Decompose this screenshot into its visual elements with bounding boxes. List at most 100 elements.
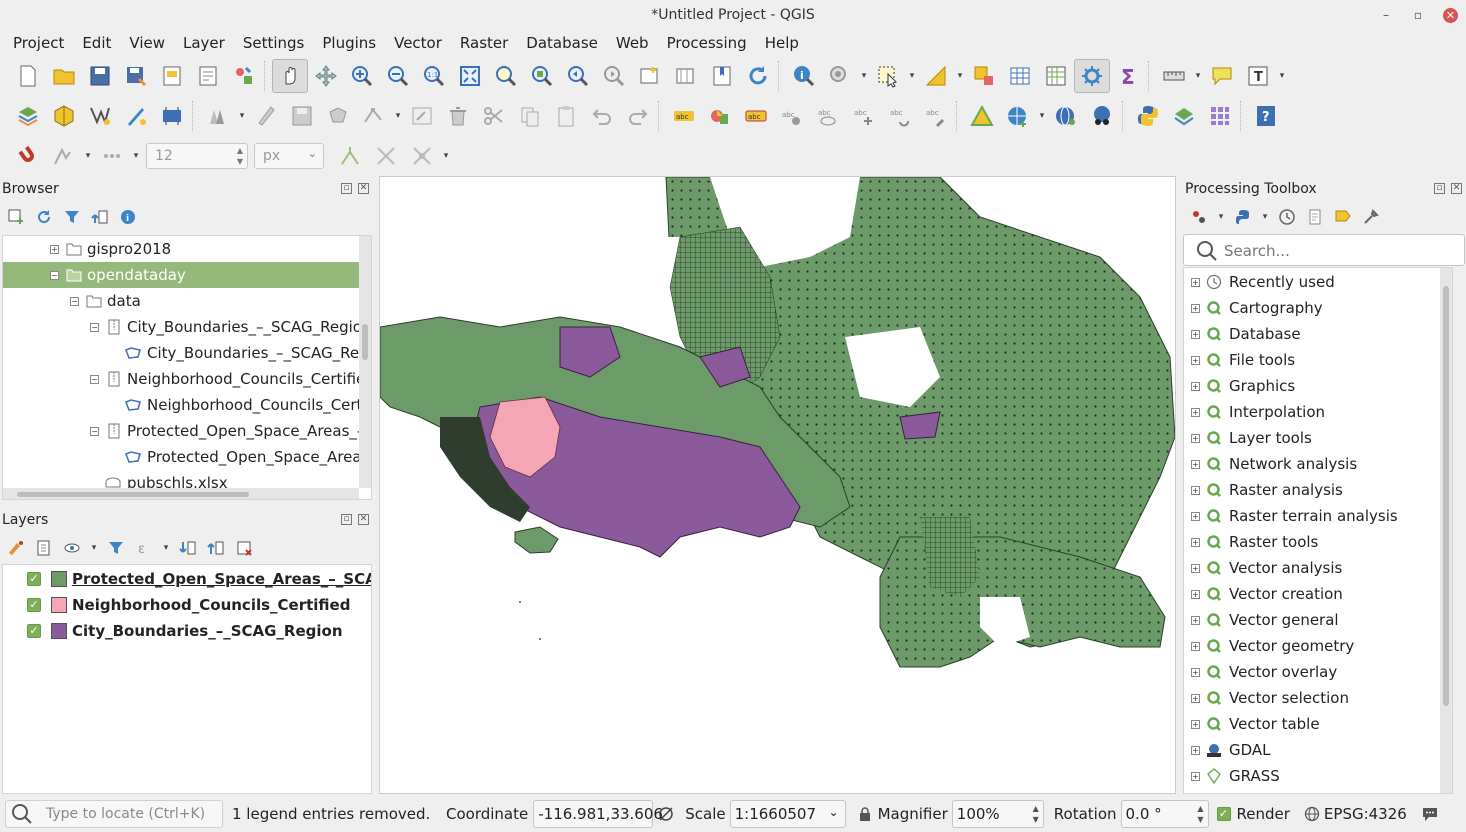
layer-item-neighborhood-councils[interactable]: ✓ Neighborhood_Councils_Certified [3, 592, 371, 618]
statistical-summary-icon[interactable]: Σ [1110, 59, 1146, 93]
zoom-full-icon[interactable] [452, 59, 488, 93]
deselect-features-icon[interactable] [966, 59, 1002, 93]
help-contents-icon[interactable]: ? [1248, 99, 1284, 133]
collapse-all-icon[interactable] [204, 537, 228, 559]
snapping-tolerance-spinbox[interactable]: 12 ▲ ▼ [146, 143, 248, 169]
remove-layer-icon[interactable] [232, 537, 256, 559]
rotate-label-icon[interactable]: abc [882, 99, 918, 133]
scroll-thumb[interactable] [17, 492, 249, 497]
menu-vector[interactable]: Vector [385, 30, 451, 56]
processing-provider-item[interactable]: + GRASS [1184, 763, 1452, 789]
plugin-layers-icon[interactable] [1166, 99, 1202, 133]
add-group-icon[interactable] [32, 537, 56, 559]
zoom-out-icon[interactable] [380, 59, 416, 93]
layout-manager-icon[interactable] [190, 59, 226, 93]
float-panel-icon[interactable]: ▫ [1434, 183, 1445, 194]
new-project-icon[interactable] [10, 59, 46, 93]
render-checkbox[interactable]: ✓ [1216, 807, 1231, 821]
diagram-properties-icon[interactable] [702, 99, 738, 133]
pan-map-icon[interactable] [272, 59, 308, 93]
scroll-thumb[interactable] [362, 324, 368, 360]
snapping-vertex-icon[interactable] [94, 139, 130, 173]
spin-arrows-icon[interactable]: ▲ ▼ [1197, 803, 1203, 825]
expand-icon[interactable]: + [1191, 486, 1200, 495]
chevron-down-icon[interactable]: ▾ [1036, 111, 1048, 121]
scroll-thumb[interactable] [1443, 286, 1449, 706]
options-icon[interactable] [1359, 206, 1383, 228]
processing-provider-item[interactable]: + File tools [1184, 347, 1452, 373]
chevron-down-icon[interactable]: ▾ [906, 71, 918, 81]
zoom-in-icon[interactable] [344, 59, 380, 93]
history-icon[interactable] [1275, 206, 1299, 228]
layer-visibility-checkbox[interactable]: ✓ [27, 624, 41, 638]
zoom-to-layer-icon[interactable] [524, 59, 560, 93]
processing-provider-item[interactable]: + GDAL [1184, 737, 1452, 763]
expand-icon[interactable]: + [1191, 538, 1200, 547]
zoom-to-selection-icon[interactable] [488, 59, 524, 93]
temporal-controller-icon[interactable] [668, 59, 704, 93]
browser-vertical-scrollbar[interactable] [359, 236, 371, 488]
chevron-down-icon[interactable]: ▾ [858, 71, 870, 81]
new-shapefile-layer-icon[interactable] [82, 99, 118, 133]
pan-to-selection-icon[interactable] [308, 59, 344, 93]
expand-all-icon[interactable] [176, 537, 200, 559]
chevron-down-icon[interactable]: ⌄ [829, 805, 839, 819]
results-viewer-icon[interactable] [1303, 206, 1327, 228]
paste-features-icon[interactable] [548, 99, 584, 133]
pin-labels-icon[interactable]: abc [774, 99, 810, 133]
python-console-icon[interactable] [1130, 99, 1166, 133]
delete-selected-icon[interactable] [440, 99, 476, 133]
layer-symbol-swatch[interactable] [51, 597, 67, 613]
style-layer-icon[interactable] [4, 537, 28, 559]
collapse-icon[interactable]: − [90, 375, 99, 384]
locator-bar[interactable]: Type to locate (Ctrl+K) [5, 800, 223, 828]
rotation-spinbox[interactable]: 0.0 ° ▲ ▼ [1120, 800, 1209, 828]
refresh-icon[interactable] [32, 206, 56, 228]
snapping-unit-select[interactable]: px ⌄ [254, 143, 324, 169]
restore-button[interactable]: ▫ [1411, 8, 1425, 22]
expand-icon[interactable]: + [1191, 616, 1200, 625]
expand-icon[interactable]: + [1191, 278, 1200, 287]
chevron-down-icon[interactable]: ▾ [82, 151, 94, 161]
expand-icon[interactable]: + [1191, 668, 1200, 677]
close-button[interactable]: ✕ [1443, 7, 1458, 23]
new-map-view-icon[interactable] [632, 59, 668, 93]
map-tips-icon[interactable] [1204, 59, 1240, 93]
text-annotation-icon[interactable]: T [1240, 59, 1276, 93]
expand-icon[interactable]: + [1191, 304, 1200, 313]
collapse-all-icon[interactable] [88, 206, 112, 228]
expand-icon[interactable]: + [1191, 382, 1200, 391]
copy-features-icon[interactable] [512, 99, 548, 133]
minimize-button[interactable]: – [1379, 8, 1393, 22]
save-as-icon[interactable] [118, 59, 154, 93]
expand-icon[interactable]: + [1191, 564, 1200, 573]
processing-vertical-scrollbar[interactable] [1440, 268, 1452, 793]
expand-icon[interactable]: + [1191, 694, 1200, 703]
expand-icon[interactable]: + [1191, 590, 1200, 599]
processing-provider-item[interactable]: + Vector table [1184, 711, 1452, 737]
processing-provider-item[interactable]: + Raster analysis [1184, 477, 1452, 503]
show-hide-labels-icon[interactable]: abc [810, 99, 846, 133]
run-feature-action-icon[interactable] [822, 59, 858, 93]
collapse-icon[interactable]: − [70, 297, 79, 306]
menu-plugins[interactable]: Plugins [313, 30, 385, 56]
grid-plugin-icon[interactable] [1202, 99, 1238, 133]
redo-icon[interactable] [620, 99, 656, 133]
browser-horizontal-scrollbar[interactable] [3, 488, 359, 499]
metasearch-icon[interactable] [1084, 99, 1120, 133]
chevron-down-icon[interactable]: ▾ [1192, 71, 1204, 81]
save-project-icon[interactable] [82, 59, 118, 93]
magnifier-spinbox[interactable]: 100% ▲ ▼ [951, 800, 1044, 828]
spin-arrows-icon[interactable]: ▲ ▼ [1033, 803, 1039, 825]
manage-visibility-icon[interactable] [60, 537, 84, 559]
float-panel-icon[interactable]: ▫ [341, 514, 352, 525]
bookmarks-icon[interactable] [704, 59, 740, 93]
filter-legend-icon[interactable] [104, 537, 128, 559]
processing-provider-item[interactable]: + Database [1184, 321, 1452, 347]
collapse-icon[interactable]: − [90, 427, 99, 436]
expand-icon[interactable]: + [1191, 642, 1200, 651]
browser-item-city-boundaries-layer[interactable]: City_Boundaries_–_SCAG_Regi [3, 340, 371, 366]
menu-database[interactable]: Database [517, 30, 607, 56]
new-virtual-layer-icon[interactable] [154, 99, 190, 133]
browser-item-neighborhood-layer[interactable]: Neighborhood_Councils_Certif [3, 392, 371, 418]
